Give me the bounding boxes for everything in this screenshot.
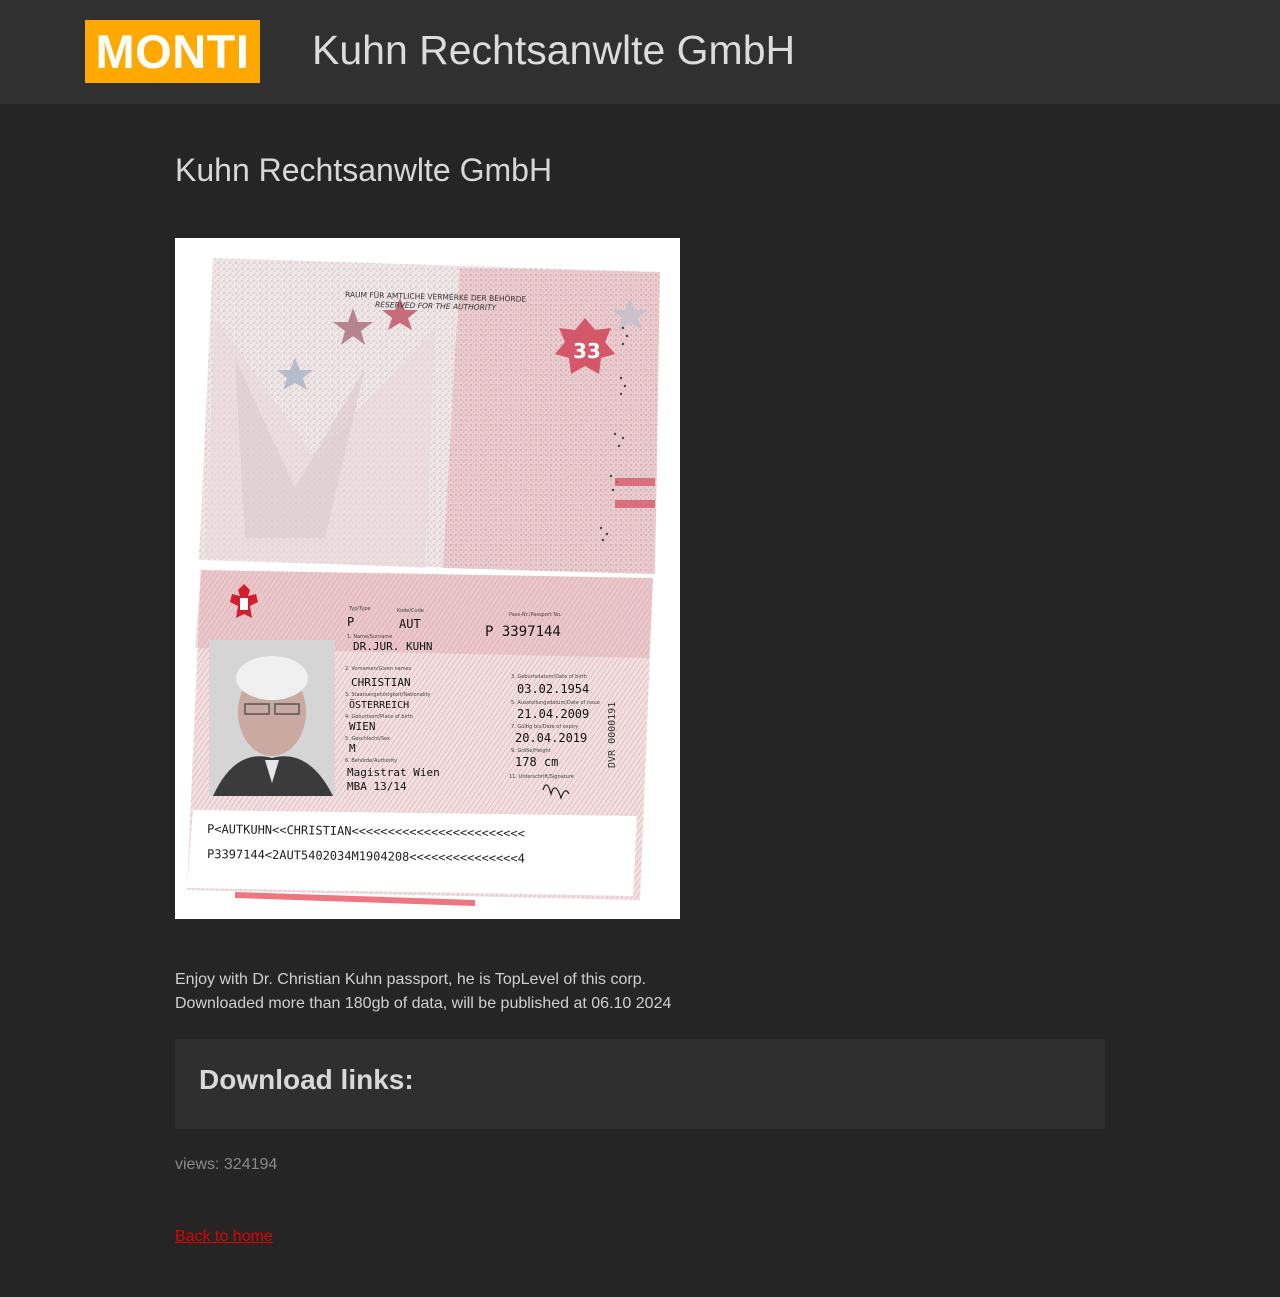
passport-date-of-birth: 03.02.1954 (517, 682, 589, 696)
svg-text:3. Staatsangehörigkeit/Nationa: 3. Staatsangehörigkeit/Nationality (345, 692, 431, 698)
passport-nationality: ÖSTERREICH (349, 698, 409, 711)
passport-scan-image: 33 RAUM FÜR AMTLICHE VERMERKE DER BEHÖRD… (175, 238, 680, 919)
svg-text:Kode/Code: Kode/Code (397, 608, 424, 614)
description: Enjoy with Dr. Christian Kuhn passport, … (175, 968, 1105, 1016)
passport-height: 178 cm (515, 755, 558, 769)
passport-given-names: CHRISTIAN (351, 676, 411, 689)
passport-code: AUT (399, 617, 421, 631)
passport-surname: DR.JUR. KUHN (353, 640, 432, 653)
description-line-1: Enjoy with Dr. Christian Kuhn passport, … (175, 971, 647, 988)
passport-authority-code: MBA 13/14 (347, 780, 407, 793)
passport-type: P (347, 615, 354, 629)
svg-text:33: 33 (573, 339, 601, 363)
page-title: Kuhn Rechtsanwlte GmbH (175, 152, 553, 188)
svg-text:5. Ausstellungsdatum/Date of i: 5. Ausstellungsdatum/Date of issue (511, 700, 600, 706)
download-links-heading: Download links: (199, 1064, 414, 1095)
passport-side-number: DVR 0000191 (607, 702, 618, 768)
passport-date-of-issue: 21.04.2009 (517, 707, 589, 721)
back-to-home-link[interactable]: Back to home (175, 1228, 273, 1246)
passport-number: P 3397144 (485, 624, 561, 640)
passport-sex: M (349, 742, 356, 755)
views-counter: views: 324194 (175, 1156, 278, 1173)
site-title[interactable]: Kuhn Rechtsanwlte GmbH (312, 27, 795, 74)
svg-text:Pass-Nr./Passport No.: Pass-Nr./Passport No. (509, 612, 562, 618)
svg-text:6. Behörde/Authority: 6. Behörde/Authority (345, 758, 397, 764)
svg-text:2. Vornamen/Given names: 2. Vornamen/Given names (345, 666, 412, 672)
svg-text:Typ/Type: Typ/Type (348, 606, 371, 612)
svg-text:7. Gültig bis/Date of expiry: 7. Gültig bis/Date of expiry (511, 724, 578, 730)
svg-text:11. Unterschrift/Signature: 11. Unterschrift/Signature (509, 774, 574, 780)
svg-text:3. Geburtsdatum/Date of birth: 3. Geburtsdatum/Date of birth (511, 674, 587, 680)
site-logo[interactable]: MONTI (85, 20, 260, 83)
passport-place-of-birth: WIEN (349, 720, 376, 733)
passport-scan-svg: 33 RAUM FÜR AMTLICHE VERMERKE DER BEHÖRD… (187, 258, 660, 906)
download-links-box: Download links: (175, 1039, 1105, 1129)
passport-authority: Magistrat Wien (347, 766, 440, 779)
svg-text:9. Größe/Height: 9. Größe/Height (511, 748, 551, 754)
passport-date-of-expiry: 20.04.2019 (515, 731, 587, 745)
site-header: MONTI Kuhn Rechtsanwlte GmbH (0, 0, 1280, 104)
description-line-2: Downloaded more than 180gb of data, will… (175, 995, 672, 1012)
